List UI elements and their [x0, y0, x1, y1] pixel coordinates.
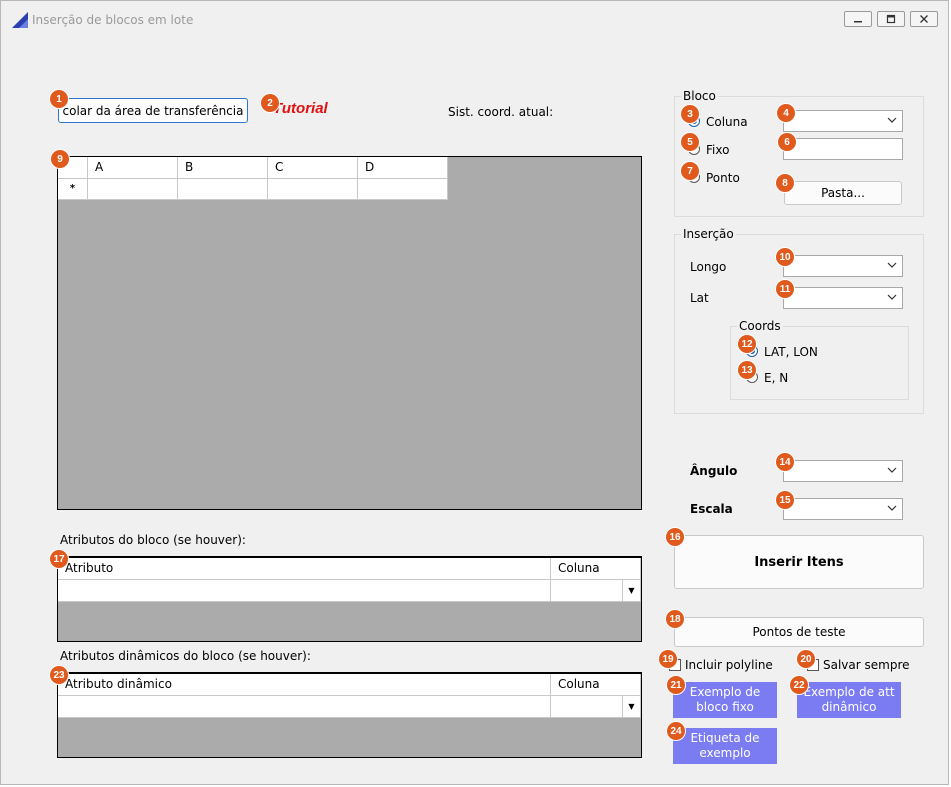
- badge-17: 17: [50, 550, 68, 568]
- dropdown-arrow-icon[interactable]: ▼: [622, 580, 640, 601]
- save-always-label: Salvar sempre: [823, 658, 910, 672]
- chevron-down-icon: [887, 505, 897, 511]
- badge-22: 22: [790, 676, 808, 694]
- attributes-header-column[interactable]: Coluna: [551, 558, 641, 580]
- lat-label: Lat: [690, 291, 709, 305]
- dynamic-attributes-header-attribute[interactable]: Atributo dinâmico: [58, 674, 551, 696]
- badge-24: 24: [667, 722, 685, 740]
- badge-2: 2: [261, 94, 279, 112]
- dynamic-attributes-header-column[interactable]: Coluna: [551, 674, 641, 696]
- badge-11: 11: [776, 280, 794, 298]
- badge-7: 7: [681, 162, 699, 180]
- paste-clipboard-button[interactable]: colar da área de transferência: [58, 98, 248, 123]
- window-title: Inserção de blocos em lote: [32, 13, 194, 27]
- bloco-fixed-input[interactable]: [783, 138, 903, 160]
- insercao-group-title: Inserção: [681, 227, 736, 241]
- title-bar[interactable]: Inserção de blocos em lote: [1, 1, 948, 37]
- example-label-button[interactable]: Etiqueta de exemplo: [673, 728, 777, 764]
- badge-14: 14: [776, 453, 794, 471]
- maximize-icon: [878, 12, 904, 26]
- grid-column-header-c[interactable]: C: [268, 157, 358, 179]
- minimize-icon: [845, 12, 871, 26]
- longo-label: Longo: [690, 260, 727, 274]
- app-logo-icon: [12, 12, 28, 28]
- radio-ponto-label: Ponto: [706, 171, 740, 185]
- grid-new-row-marker: *: [58, 179, 88, 200]
- badge-10: 10: [776, 248, 794, 266]
- close-button[interactable]: [910, 11, 938, 27]
- angulo-label: Ângulo: [690, 464, 738, 478]
- fixed-block-example-button[interactable]: Exemplo de bloco fixo: [673, 682, 777, 718]
- grid-column-header-d[interactable]: D: [358, 157, 448, 179]
- badge-15: 15: [776, 491, 794, 509]
- main-data-grid[interactable]: A B C D *: [57, 156, 642, 510]
- badge-13: 13: [738, 361, 756, 379]
- badge-4: 4: [777, 104, 795, 122]
- insert-items-button[interactable]: Inserir Itens: [674, 535, 924, 589]
- badge-12: 12: [738, 335, 756, 353]
- attributes-column-combo[interactable]: ▼: [551, 580, 641, 602]
- badge-21: 21: [667, 676, 685, 694]
- badge-3: 3: [681, 105, 699, 123]
- minimize-button[interactable]: [844, 11, 872, 27]
- dynamic-attributes-title: Atributos dinâmicos do bloco (se houver)…: [60, 649, 311, 663]
- chevron-down-icon: [887, 294, 897, 300]
- chevron-down-icon: [887, 467, 897, 473]
- escala-label: Escala: [690, 502, 733, 516]
- maximize-button[interactable]: [877, 11, 905, 27]
- tutorial-link[interactable]: Tutorial: [273, 100, 328, 117]
- dynamic-attributes-cell[interactable]: [58, 696, 551, 718]
- chevron-down-icon: [887, 117, 897, 123]
- badge-18: 18: [666, 610, 684, 628]
- include-polyline-label: Incluir polyline: [685, 658, 773, 672]
- badge-19: 19: [659, 650, 677, 668]
- radio-e-n-label: E, N: [764, 371, 789, 385]
- app-window: Inserção de blocos em lote 1 colar da ár…: [0, 0, 949, 785]
- attributes-grid[interactable]: Atributo Coluna ▼: [57, 556, 642, 642]
- escala-combo[interactable]: [783, 498, 903, 520]
- badge-16: 16: [666, 528, 684, 546]
- grid-cell[interactable]: [88, 179, 178, 200]
- badge-8: 8: [776, 174, 794, 192]
- close-icon: [911, 12, 937, 26]
- attributes-title: Atributos do bloco (se houver):: [60, 533, 246, 547]
- attributes-cell[interactable]: [58, 580, 551, 602]
- dropdown-arrow-icon[interactable]: ▼: [622, 696, 640, 717]
- dynamic-att-example-button[interactable]: Exemplo de att dinâmico: [797, 682, 901, 718]
- grid-cell[interactable]: [358, 179, 448, 200]
- badge-23: 23: [50, 666, 68, 684]
- grid-cell[interactable]: [178, 179, 268, 200]
- radio-fixo-label: Fixo: [706, 143, 730, 157]
- radio-coluna-label: Coluna: [706, 115, 748, 129]
- radio-lat-lon-label: LAT, LON: [764, 345, 818, 359]
- badge-6: 6: [778, 133, 796, 151]
- folder-button[interactable]: Pasta...: [784, 181, 902, 205]
- bloco-group-title: Bloco: [681, 89, 718, 103]
- angulo-combo[interactable]: [783, 460, 903, 482]
- coords-group: Coords: [730, 319, 909, 400]
- coords-group-title: Coords: [737, 319, 783, 333]
- longo-combo[interactable]: [783, 255, 903, 277]
- badge-20: 20: [797, 650, 815, 668]
- badge-1: 1: [50, 90, 68, 108]
- bloco-column-combo[interactable]: [783, 110, 903, 132]
- attributes-header-attribute[interactable]: Atributo: [58, 558, 551, 580]
- grid-column-header-a[interactable]: A: [88, 157, 178, 179]
- badge-5: 5: [681, 133, 699, 151]
- lat-combo[interactable]: [783, 287, 903, 309]
- grid-cell[interactable]: [268, 179, 358, 200]
- dynamic-attributes-grid[interactable]: Atributo dinâmico Coluna ▼: [57, 672, 642, 758]
- chevron-down-icon: [887, 262, 897, 268]
- coord-system-label: Sist. coord. atual:: [448, 105, 554, 119]
- test-points-button[interactable]: Pontos de teste: [674, 617, 924, 647]
- dynamic-attributes-column-combo[interactable]: ▼: [551, 696, 641, 718]
- grid-column-header-b[interactable]: B: [178, 157, 268, 179]
- badge-9: 9: [51, 150, 69, 168]
